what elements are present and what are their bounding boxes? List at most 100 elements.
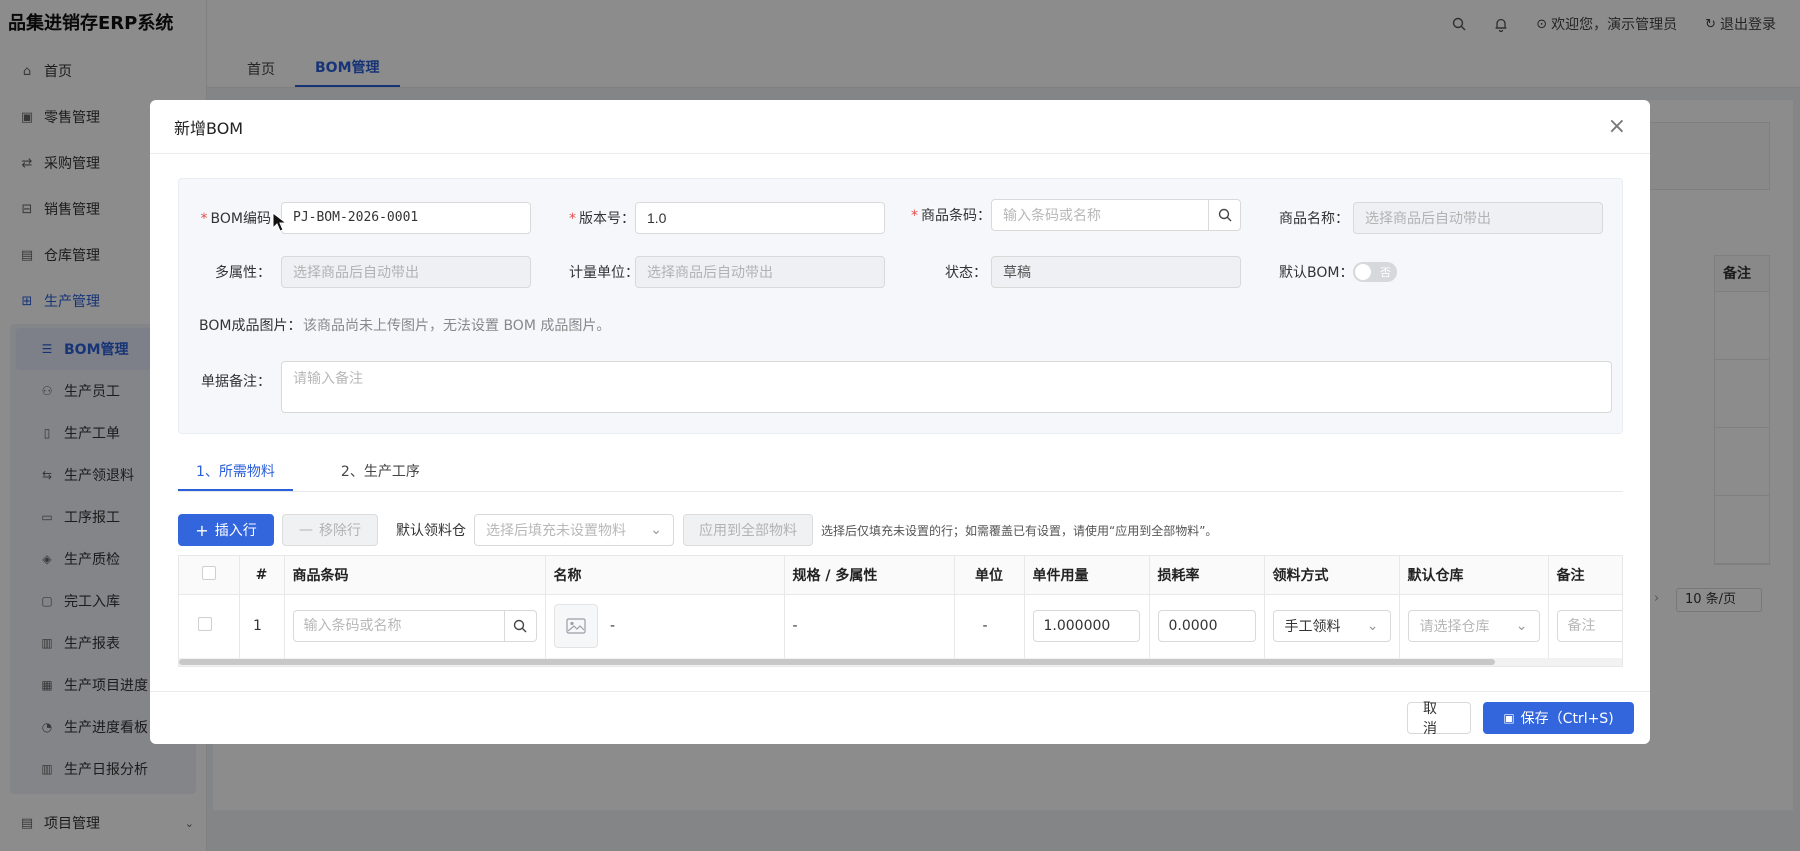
version-row: * 版本号： 1.0 <box>569 202 885 234</box>
row-qty-input[interactable]: 1.000000 <box>1032 610 1140 643</box>
col-spec: 规格 / 多属性 <box>784 556 955 595</box>
search-icon <box>513 620 527 633</box>
unit-label: 计量单位： <box>569 265 639 281</box>
row-loss-cell: 0.0000 <box>1149 594 1265 658</box>
modal-header: 新增BOM × <box>150 100 1650 154</box>
row-pick-mode-cell: 手工领料 ⌄ <box>1264 594 1400 658</box>
select-all-checkbox-cell <box>179 556 240 595</box>
materials-toolbar: + 插入行 — 移除行 默认领料仓 选择后填充未设置物料 ⌄ 应用到全部物料 选… <box>178 514 1217 546</box>
attr-row: 多属性： 选择商品后自动带出 <box>199 256 531 288</box>
minus-icon: — <box>299 522 313 538</box>
insert-row-button[interactable]: + 插入行 <box>178 514 274 546</box>
col-qty: 单件用量 <box>1024 556 1150 595</box>
attr-label: 多属性： <box>215 265 271 281</box>
toggle-text: 否 <box>1380 266 1391 279</box>
row-barcode-search: 输入条码或名称 <box>292 610 537 643</box>
materials-table: # 商品条码 名称 规格 / 多属性 单位 单件用量 损耗率 领料方式 默认仓库… <box>178 555 1623 667</box>
unit-input: 选择商品后自动带出 <box>635 256 885 288</box>
chevron-down-icon: ⌄ <box>1366 618 1379 635</box>
col-index: # <box>239 556 285 595</box>
col-unit: 单位 <box>954 556 1025 595</box>
bom-code-input[interactable]: PJ-BOM-2026-0001 <box>281 202 531 234</box>
remark-row: 单据备注： 请输入备注 <box>199 361 1612 413</box>
product-name-input: 选择商品后自动带出 <box>1353 202 1603 234</box>
warehouse-note: 选择后仅填充未设置的行；如需覆盖已有设置，请使用“应用到全部物料”。 <box>821 523 1218 538</box>
col-warehouse: 默认仓库 <box>1399 556 1549 595</box>
row-remark-input[interactable]: 备注 <box>1556 610 1622 643</box>
close-icon[interactable]: × <box>1608 115 1626 138</box>
bom-detail-tabs: 1、所需物料 2、生产工序 <box>178 452 1623 492</box>
horizontal-scrollbar[interactable] <box>179 658 1622 666</box>
row-spec: - <box>784 594 955 658</box>
col-barcode: 商品条码 <box>284 556 546 595</box>
row-barcode-input[interactable]: 输入条码或名称 <box>292 610 505 643</box>
row-checkbox[interactable] <box>197 617 212 632</box>
bom-image-hint: 该商品尚未上传图片，无法设置 BOM 成品图片。 <box>303 318 611 334</box>
row-loss-input[interactable]: 0.0000 <box>1157 610 1256 643</box>
image-placeholder-icon <box>553 604 598 649</box>
barcode-row: * 商品条码： 输入条码或名称 <box>911 199 1241 231</box>
row-pick-mode-value: 手工领料 <box>1284 619 1341 636</box>
remark-label: 单据备注： <box>201 374 271 390</box>
row-barcode-cell: 输入条码或名称 <box>284 594 546 658</box>
apply-all-button[interactable]: 应用到全部物料 <box>683 514 813 546</box>
row-qty-cell: 1.000000 <box>1024 594 1150 658</box>
bom-code-row: * BOM编码 PJ-BOM-2026-0001 <box>199 202 531 234</box>
status-label: 状态： <box>945 265 987 281</box>
row-unit: - <box>954 594 1025 658</box>
default-bom-toggle[interactable]: 否 <box>1353 262 1397 282</box>
select-all-checkbox[interactable] <box>201 565 216 580</box>
save-icon: ▣ <box>1503 711 1515 725</box>
save-button[interactable]: ▣ 保存（Ctrl+S) <box>1483 702 1634 734</box>
barcode-input[interactable]: 输入条码或名称 <box>991 199 1209 231</box>
insert-row-label: 插入行 <box>214 523 257 539</box>
remove-row-button[interactable]: — 移除行 <box>282 514 378 546</box>
product-name-row: 商品名称： 选择商品后自动带出 <box>1279 202 1603 234</box>
barcode-label: * 商品条码： <box>911 208 991 224</box>
col-pick-mode: 领料方式 <box>1264 556 1400 595</box>
cancel-button[interactable]: 取 消 <box>1407 701 1471 737</box>
add-bom-modal: 新增BOM × * BOM编码 PJ-BOM-2026-0001 * 版本号： 1.… <box>150 100 1650 744</box>
default-warehouse-select[interactable]: 选择后填充未设置物料 ⌄ <box>474 514 674 546</box>
version-label: * 版本号： <box>569 211 635 227</box>
scrollbar-thumb[interactable] <box>179 659 1495 665</box>
col-name: 名称 <box>545 556 785 595</box>
row-checkbox-cell <box>179 594 240 658</box>
mouse-cursor-icon <box>272 212 288 232</box>
version-input[interactable]: 1.0 <box>635 202 885 234</box>
plus-icon: + <box>195 520 209 540</box>
table-header-row: # 商品条码 名称 规格 / 多属性 单位 单件用量 损耗率 领料方式 默认仓库… <box>179 556 1622 595</box>
default-warehouse-placeholder: 选择后填充未设置物料 <box>486 523 626 539</box>
row-pick-mode-select[interactable]: 手工领料 ⌄ <box>1272 610 1391 643</box>
bom-form: * BOM编码 PJ-BOM-2026-0001 * 版本号： 1.0 * 商品条码：… <box>178 178 1623 434</box>
tab-processes[interactable]: 2、生产工序 <box>323 452 438 491</box>
status-input: 草稿 <box>991 256 1241 288</box>
row-barcode-search-button[interactable] <box>504 610 537 643</box>
tab-materials[interactable]: 1、所需物料 <box>178 452 293 491</box>
barcode-search-button[interactable] <box>1209 199 1241 231</box>
row-remark-cell: 备注 <box>1548 594 1622 658</box>
barcode-search-group: 输入条码或名称 <box>991 199 1241 231</box>
bom-image-label: BOM成品图片： <box>199 318 302 334</box>
unit-row: 计量单位： 选择商品后自动带出 <box>569 256 885 288</box>
row-warehouse-select[interactable]: 请选择仓库 ⌄ <box>1407 610 1540 643</box>
table-row: 1 输入条码或名称 - - - 1.000000 0.0000 手工领料 ⌄ 请… <box>179 594 1622 658</box>
save-label: 保存（Ctrl+S) <box>1520 711 1614 727</box>
bom-code-label: * BOM编码 <box>200 211 271 227</box>
attr-input: 选择商品后自动带出 <box>281 256 531 288</box>
default-bom-label: 默认BOM： <box>1279 265 1354 281</box>
modal-title: 新增BOM <box>174 118 244 138</box>
remark-textarea[interactable]: 请输入备注 <box>281 361 1612 413</box>
chevron-down-icon: ⌄ <box>650 522 662 538</box>
row-name-cell: - <box>545 594 785 658</box>
col-remark: 备注 <box>1548 556 1622 595</box>
chevron-down-icon: ⌄ <box>1515 618 1528 635</box>
row-name: - <box>609 618 616 635</box>
status-row: 状态： 草稿 <box>911 256 1241 288</box>
search-icon <box>1218 208 1231 222</box>
row-index: 1 <box>239 594 285 658</box>
modal-footer: 取 消 ▣ 保存（Ctrl+S) <box>150 691 1650 744</box>
default-warehouse-label: 默认领料仓 <box>396 523 466 539</box>
default-bom-row: 默认BOM： 否 <box>1279 262 1397 282</box>
bom-image-row: BOM成品图片： 该商品尚未上传图片，无法设置 BOM 成品图片。 <box>199 315 610 335</box>
